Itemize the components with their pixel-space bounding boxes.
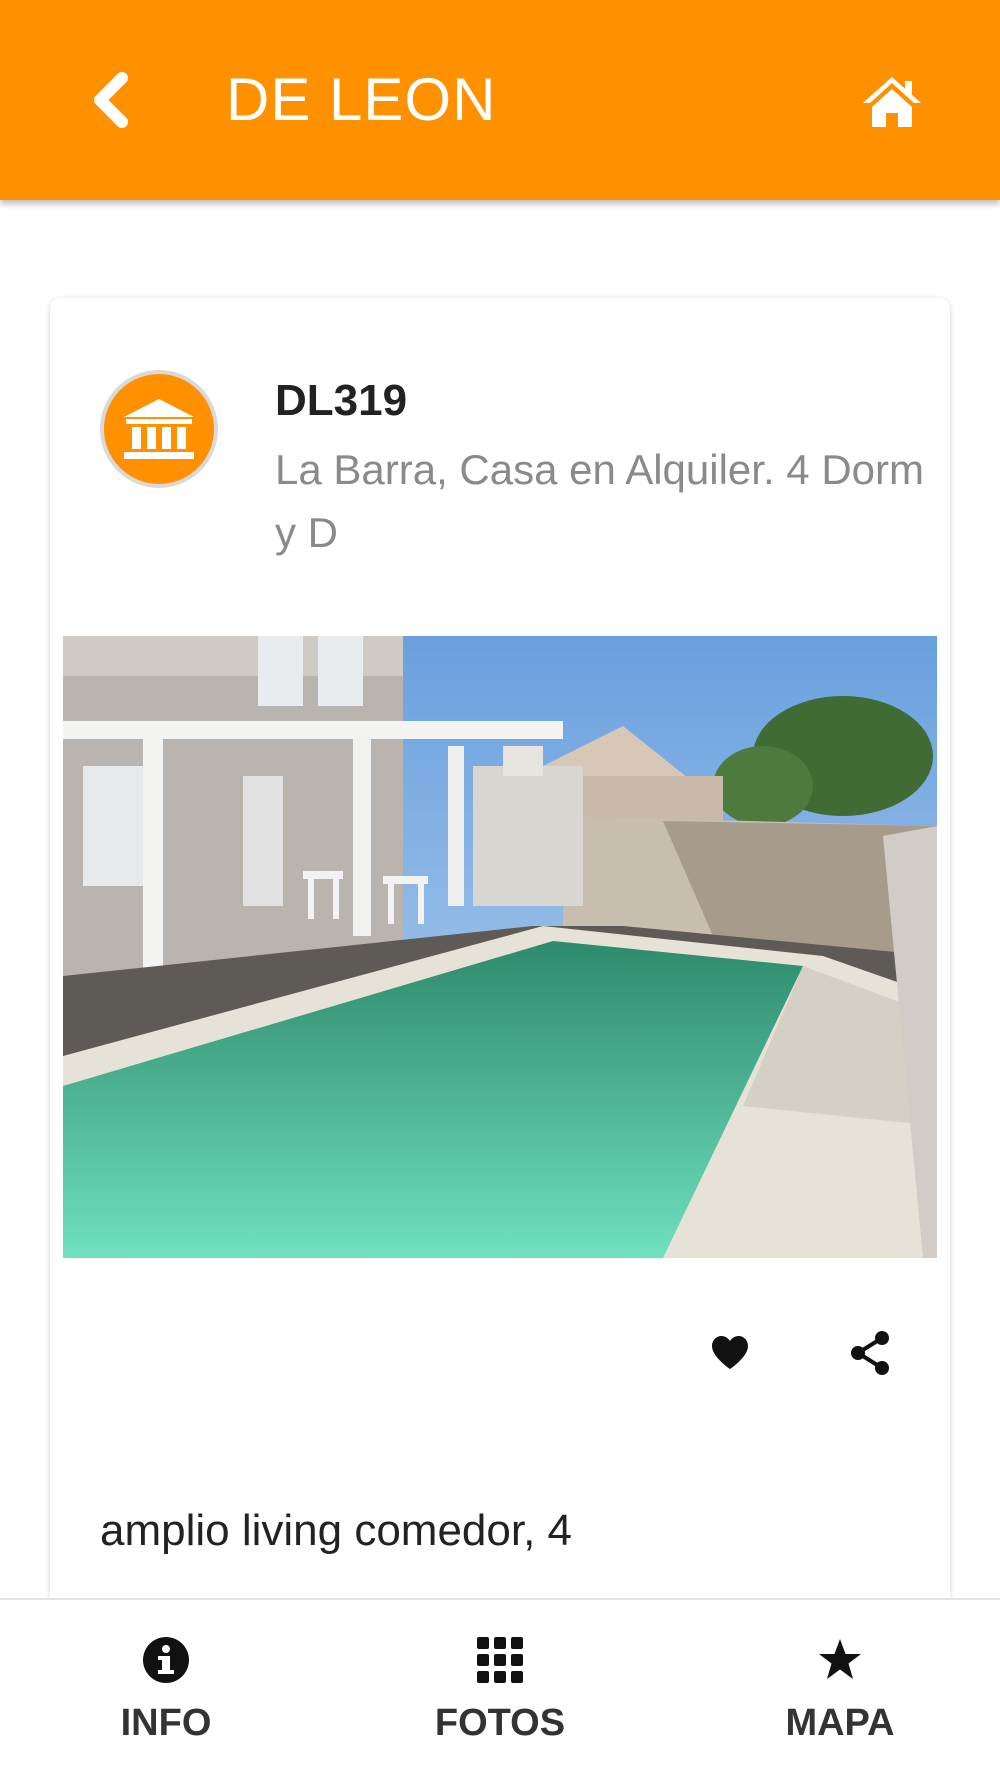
favorite-button[interactable] xyxy=(690,1318,770,1388)
home-button[interactable] xyxy=(852,62,932,142)
property-code: DL319 xyxy=(275,376,408,425)
property-description: amplio living comedor, 4 xyxy=(100,1506,573,1555)
grid-icon xyxy=(477,1637,523,1683)
home-icon xyxy=(863,77,921,127)
share-button[interactable] xyxy=(830,1318,910,1388)
back-button[interactable] xyxy=(70,60,150,140)
page-title: DE LEON xyxy=(226,66,497,133)
avatar xyxy=(100,370,218,488)
property-card: DL319 La Barra, Casa en Alquiler. 4 Dorm… xyxy=(50,298,950,1698)
nav-mapa-label: MAPA xyxy=(785,1702,895,1744)
heart-icon xyxy=(712,1336,748,1369)
property-subtitle: La Barra, Casa en Alquiler. 4 Dorm y D xyxy=(275,446,924,556)
nav-info[interactable]: INFO xyxy=(36,1600,296,1780)
nav-fotos[interactable]: FOTOS xyxy=(370,1600,630,1780)
bottom-nav: INFO FOTOS MAPA xyxy=(0,1598,1000,1780)
share-icon xyxy=(851,1331,889,1375)
property-photo[interactable] xyxy=(63,636,937,1258)
nav-info-label: INFO xyxy=(120,1702,212,1744)
info-icon xyxy=(143,1637,189,1683)
app-bar: DE LEON xyxy=(0,0,1000,200)
star-icon xyxy=(819,1639,861,1679)
chevron-left-icon xyxy=(94,72,128,128)
nav-fotos-label: FOTOS xyxy=(434,1702,566,1744)
nav-mapa[interactable]: MAPA xyxy=(710,1600,970,1780)
bank-icon xyxy=(124,399,194,459)
